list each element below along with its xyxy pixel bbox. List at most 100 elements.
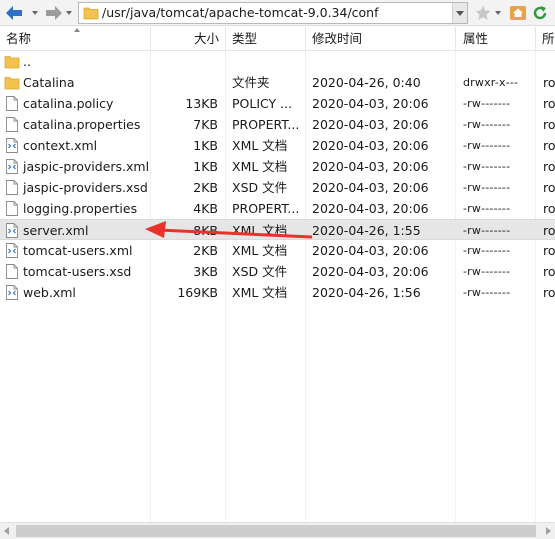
file-owner: ro <box>543 180 555 195</box>
file-attributes: -rw------- <box>463 244 511 257</box>
scroll-right-icon[interactable] <box>546 527 551 535</box>
file-row[interactable]: catalina.properties 7KB PROPERT... 2020-04-… <box>0 114 555 135</box>
file-name: jaspic-providers.xml <box>23 159 148 174</box>
forward-dropdown-icon[interactable] <box>66 11 72 15</box>
file-name: logging.properties <box>23 201 138 216</box>
file-modified: 2020-04-03, 20:06 <box>312 201 429 216</box>
file-size: 13KB <box>185 96 218 111</box>
file-row[interactable]: jaspic-providers.xml 1KB XML 文档 2020-04-03,… <box>0 156 555 177</box>
document-icon <box>6 180 18 195</box>
xml-file-icon <box>6 223 18 238</box>
file-modified: 2020-04-26, 1:56 <box>312 285 421 300</box>
forward-button[interactable] <box>42 3 72 23</box>
file-owner: ro <box>543 75 555 90</box>
column-owner[interactable]: 所 <box>542 27 555 51</box>
file-attributes: -rw------- <box>463 202 511 215</box>
file-owner: ro <box>543 201 555 216</box>
file-row[interactable]: context.xml 1KB XML 文档 2020-04-03, 20:06 -rw… <box>0 135 555 156</box>
file-name: .. <box>23 54 31 69</box>
file-type: POLICY ... <box>232 96 293 111</box>
file-name: catalina.properties <box>23 117 141 132</box>
file-attributes: -rw------- <box>463 97 511 110</box>
file-modified <box>312 51 452 72</box>
file-type: XML 文档 <box>232 159 288 174</box>
file-size: 2KB <box>193 243 218 258</box>
file-row[interactable]: tomcat-users.xml 2KB XML 文档 2020-04-03, 20:… <box>0 240 555 261</box>
file-attributes: -rw------- <box>463 139 511 152</box>
file-attributes: -rw------- <box>463 286 511 299</box>
file-row[interactable]: Catalina 文件夹 2020-04-26, 0:40 drwxr-x--- ro <box>0 72 555 93</box>
folder-icon <box>83 7 99 20</box>
file-size: 1KB <box>193 138 218 153</box>
file-size: 8KB <box>193 223 218 238</box>
file-owner: ro <box>543 223 555 238</box>
file-attributes <box>463 51 543 72</box>
file-owner: ro <box>543 159 555 174</box>
file-attributes: -rw------- <box>463 160 511 173</box>
column-name[interactable]: 名称 <box>6 27 31 51</box>
star-icon[interactable] <box>474 4 492 22</box>
file-modified: 2020-04-03, 20:06 <box>312 180 429 195</box>
file-owner: ro <box>543 285 555 300</box>
forward-arrow-icon <box>46 6 62 20</box>
file-row[interactable]: logging.properties 4KB PROPERT... 2020-04-0… <box>0 198 555 219</box>
path-input[interactable]: /usr/java/tomcat/apache-tomcat-9.0.34/co… <box>78 2 468 24</box>
folder-icon <box>4 56 20 69</box>
file-name: context.xml <box>23 138 98 153</box>
column-size[interactable]: 大小 <box>194 27 219 51</box>
back-arrow-icon <box>6 6 22 20</box>
file-size: 4KB <box>193 201 218 216</box>
file-row[interactable]: jaspic-providers.xsd 2KB XSD 文件 2020-04-03,… <box>0 177 555 198</box>
toolbar: /usr/java/tomcat/apache-tomcat-9.0.34/co… <box>0 0 555 26</box>
column-type[interactable]: 类型 <box>232 27 257 51</box>
home-icon[interactable] <box>509 4 527 22</box>
file-type: PROPERT... <box>232 201 300 216</box>
file-name: jaspic-providers.xsd <box>23 180 148 195</box>
file-attributes: -rw------- <box>463 224 511 237</box>
file-modified: 2020-04-03, 20:06 <box>312 243 429 258</box>
file-type: 文件夹 <box>232 75 270 90</box>
horizontal-scrollbar[interactable] <box>0 522 555 539</box>
document-icon <box>6 96 18 111</box>
file-type: XML 文档 <box>232 138 288 153</box>
file-owner: ro <box>543 96 555 111</box>
file-owner: ro <box>543 264 555 279</box>
file-modified: 2020-04-26, 1:55 <box>312 223 421 238</box>
file-row[interactable]: catalina.policy 13KB POLICY ... 2020-04-03,… <box>0 93 555 114</box>
file-name: Catalina <box>23 75 75 90</box>
file-attributes: drwxr-x--- <box>463 76 519 89</box>
file-owner: ro <box>543 243 555 258</box>
file-name: server.xml <box>23 223 89 238</box>
file-name: catalina.policy <box>23 96 114 111</box>
file-type <box>232 51 300 72</box>
sort-ascending-icon <box>74 28 80 32</box>
file-row[interactable]: .. <box>0 51 555 72</box>
back-button[interactable] <box>4 3 38 23</box>
file-row[interactable]: web.xml 169KB XML 文档 2020-04-26, 1:56 -rw---… <box>0 282 555 303</box>
file-name: tomcat-users.xml <box>23 243 133 258</box>
scroll-left-icon[interactable] <box>4 527 9 535</box>
xml-file-icon <box>6 138 18 153</box>
path-dropdown-button[interactable] <box>452 3 467 23</box>
column-header: 名称 大小 类型 修改时间 属性 所 <box>0 27 555 51</box>
column-attributes[interactable]: 属性 <box>463 27 488 51</box>
back-dropdown-icon[interactable] <box>32 11 38 15</box>
bookmark-dropdown-icon[interactable] <box>495 11 501 15</box>
file-modified: 2020-04-03, 20:06 <box>312 159 429 174</box>
file-row[interactable]: server.xml 8KB XML 文档 2020-04-26, 1:55 -rw--… <box>0 219 555 240</box>
file-size <box>150 51 218 72</box>
folder-icon <box>4 77 20 90</box>
scrollbar-thumb[interactable] <box>16 525 536 537</box>
file-modified: 2020-04-03, 20:06 <box>312 117 429 132</box>
file-type: PROPERT... <box>232 117 300 132</box>
refresh-icon[interactable] <box>531 4 549 22</box>
file-owner <box>543 51 555 72</box>
xml-file-icon <box>6 243 18 258</box>
column-modified[interactable]: 修改时间 <box>312 27 362 51</box>
file-type: XML 文档 <box>232 285 288 300</box>
file-row[interactable]: tomcat-users.xsd 3KB XSD 文件 2020-04-03, 20:… <box>0 261 555 282</box>
file-modified: 2020-04-03, 20:06 <box>312 138 429 153</box>
file-name: tomcat-users.xsd <box>23 264 132 279</box>
file-modified: 2020-04-03, 20:06 <box>312 264 429 279</box>
file-owner: ro <box>543 138 555 153</box>
